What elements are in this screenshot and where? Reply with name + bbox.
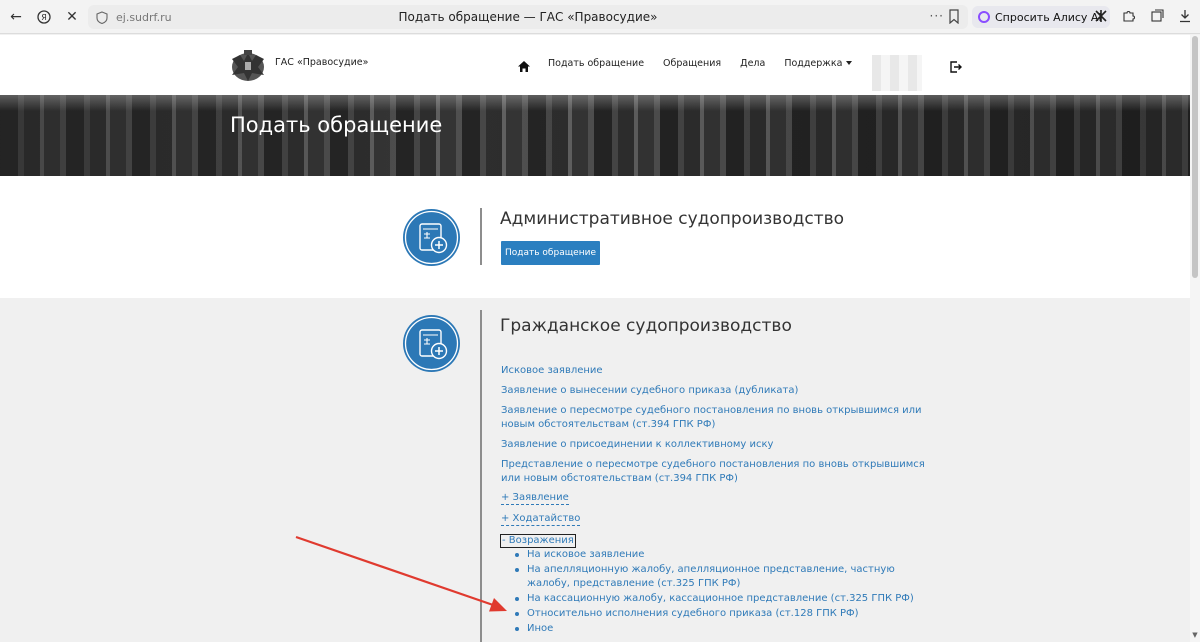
bookmark-icon[interactable]: [948, 9, 962, 25]
main-menu: Подать обращение Обращения Дела Поддержк…: [518, 57, 871, 72]
objection-item[interactable]: Относительно исполнения судебного приказ…: [513, 607, 933, 621]
scroll-down-icon[interactable]: ▼: [1191, 631, 1199, 639]
menu-support[interactable]: Поддержка: [784, 57, 853, 69]
toggle-statement[interactable]: + Заявление: [501, 492, 569, 505]
scrollbar-thumb[interactable]: [1192, 36, 1198, 278]
toggle-petition[interactable]: + Ходатайство: [501, 513, 581, 526]
emblem-icon[interactable]: [228, 45, 268, 85]
extension-icon[interactable]: [1092, 7, 1110, 25]
alice-button[interactable]: Спросить Алису AI: [972, 6, 1110, 28]
yandex-icon[interactable]: Я: [30, 3, 58, 31]
objection-item[interactable]: На исковое заявление: [513, 548, 933, 562]
logout-icon[interactable]: [950, 58, 962, 73]
menu-support-label: Поддержка: [784, 57, 843, 69]
section-divider: [480, 310, 482, 642]
url-text[interactable]: ej.sudrf.ru: [116, 11, 172, 24]
document-plus-icon: [403, 315, 460, 372]
section-divider: [480, 208, 482, 265]
civil-links-list: Исковое заявление Заявление о вынесении …: [501, 364, 941, 492]
objection-item[interactable]: На кассационную жалобу, кассационное пре…: [513, 592, 933, 606]
puzzle-icon[interactable]: [1120, 7, 1138, 25]
tab-title: Подать обращение — ГАС «Правосудие»: [398, 10, 658, 24]
close-icon[interactable]: ✕: [58, 3, 86, 31]
download-icon[interactable]: [1176, 7, 1194, 25]
collections-icon[interactable]: [1148, 7, 1166, 25]
page-title: Подать обращение: [230, 113, 443, 137]
link-court-order[interactable]: Заявление о вынесении судебного приказа …: [501, 384, 941, 398]
civil-title: Гражданское судопроизводство: [500, 316, 792, 336]
objection-item[interactable]: Иное: [513, 622, 933, 636]
browser-toolbar: ← Я ✕ ej.sudrf.ru Подать обращение — ГАС…: [0, 0, 1200, 34]
chevron-down-icon: [846, 60, 853, 65]
civil-section: Гражданское судопроизводство Исковое зая…: [0, 298, 1190, 642]
more-icon[interactable]: ···: [930, 9, 944, 23]
alice-icon: [978, 11, 990, 23]
admin-section: Административное судопроизводство Подать…: [0, 176, 1190, 298]
site-header: ГАС «Правосудие» Подать обращение Обраще…: [0, 35, 1190, 95]
menu-appeals[interactable]: Обращения: [663, 58, 721, 69]
link-collective-claim[interactable]: Заявление о присоединении к коллективном…: [501, 438, 941, 452]
alice-label: Спросить Алису AI: [995, 10, 1102, 24]
document-plus-icon: [403, 209, 460, 266]
admin-title: Административное судопроизводство: [500, 209, 845, 229]
shield-icon: [94, 9, 110, 25]
svg-text:Я: Я: [41, 13, 47, 22]
menu-submit[interactable]: Подать обращение: [548, 58, 644, 69]
toggle-objection[interactable]: - Возражения: [500, 534, 576, 548]
home-icon[interactable]: [518, 57, 532, 72]
user-avatar-blurred[interactable]: [872, 55, 922, 91]
page-banner: Подать обращение: [0, 95, 1190, 176]
link-review-statement[interactable]: Заявление о пересмотре судебного постано…: [501, 404, 941, 432]
back-icon[interactable]: ←: [2, 3, 30, 31]
brand-name[interactable]: ГАС «Правосудие»: [275, 57, 368, 68]
address-bar[interactable]: ej.sudrf.ru Подать обращение — ГАС «Прав…: [88, 5, 968, 29]
objection-list: На исковое заявление На апелляционную жа…: [513, 548, 933, 637]
link-claim[interactable]: Исковое заявление: [501, 364, 941, 378]
submit-appeal-button[interactable]: Подать обращение: [501, 241, 600, 265]
menu-cases[interactable]: Дела: [740, 58, 765, 69]
link-review-submission[interactable]: Представление о пересмотре судебного пос…: [501, 458, 941, 486]
objection-item[interactable]: На апелляционную жалобу, апелляционное п…: [513, 563, 933, 591]
